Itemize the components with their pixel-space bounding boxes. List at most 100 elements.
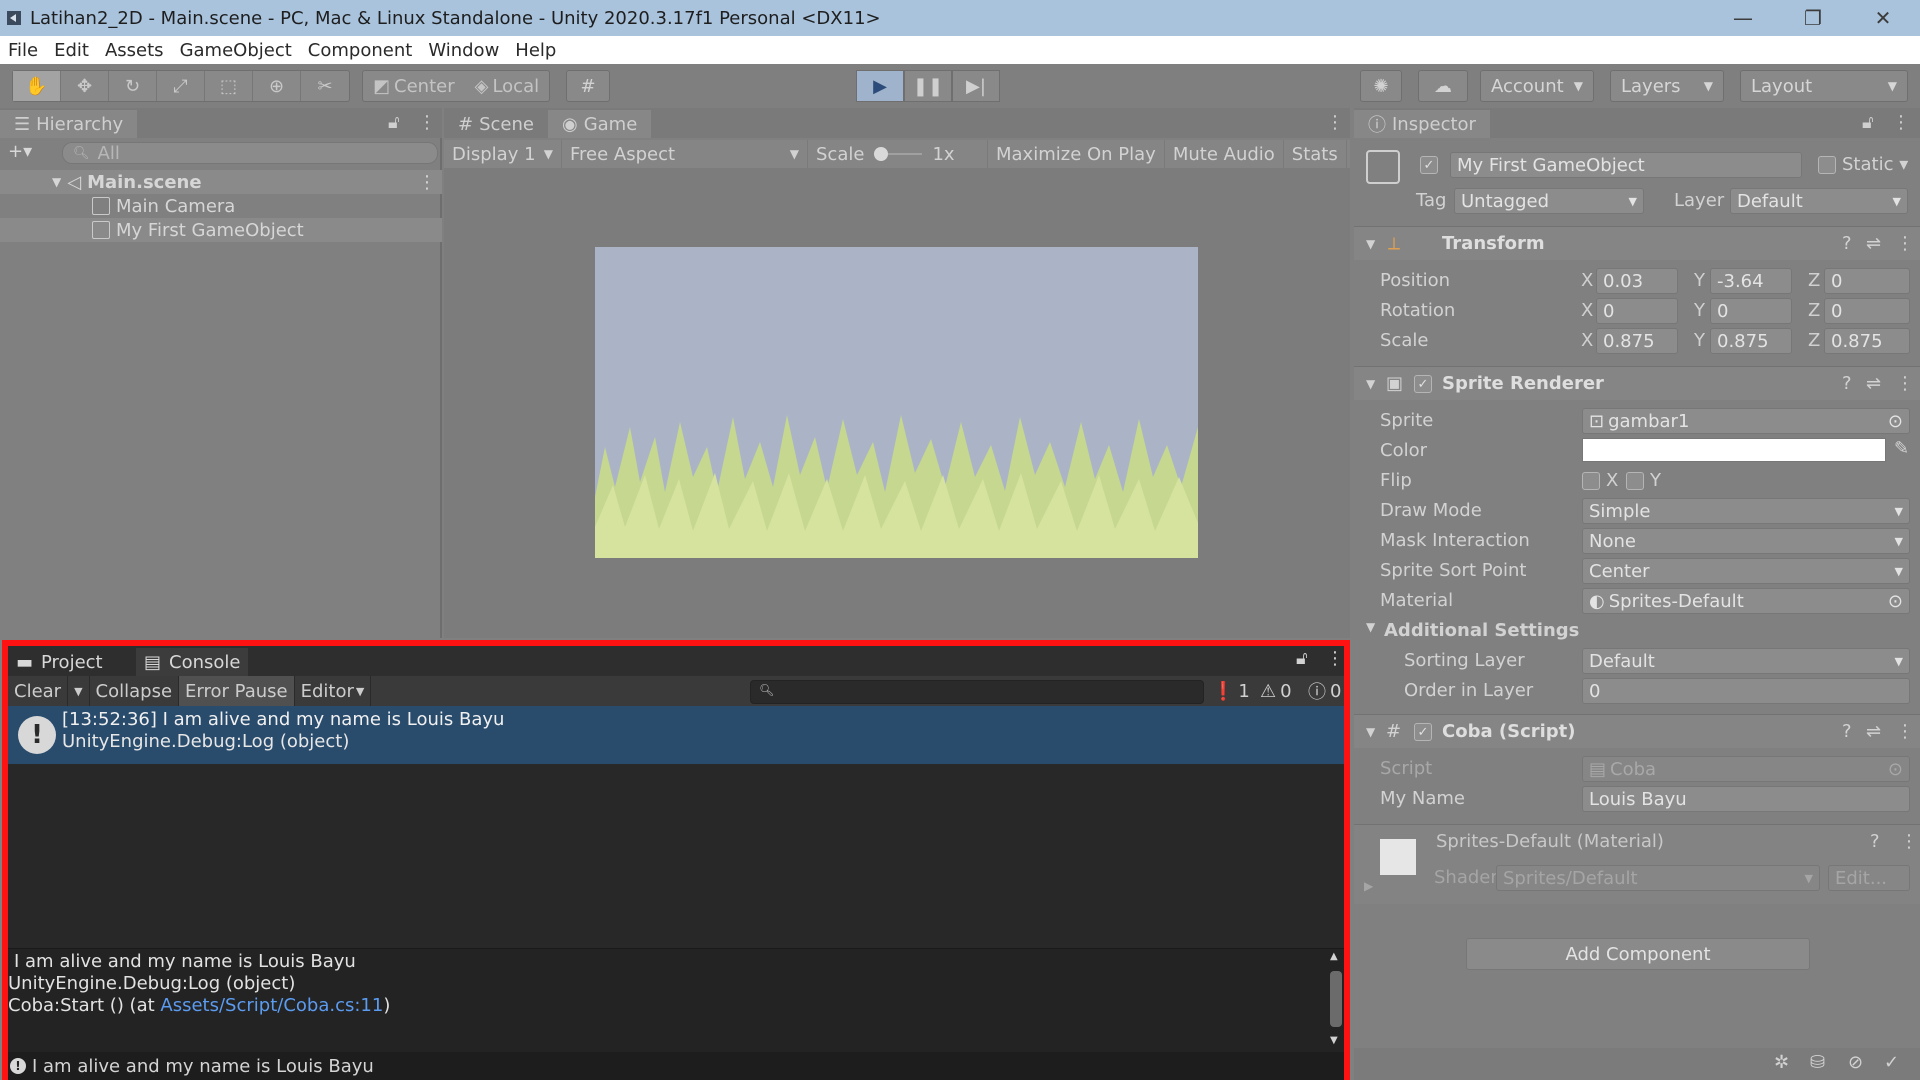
foldout-arrow-icon[interactable]: ▼ bbox=[1366, 725, 1375, 739]
menu-edit[interactable]: Edit bbox=[46, 40, 97, 61]
layout-dropdown[interactable]: Layout ▼ bbox=[1740, 70, 1908, 102]
component-menu-icon[interactable]: ⋮ bbox=[1896, 721, 1914, 742]
progress-icon[interactable]: ✓ bbox=[1884, 1052, 1899, 1073]
scale-tool-button[interactable]: ⤢ bbox=[157, 71, 205, 101]
tag-dropdown[interactable]: Untagged ▼ bbox=[1454, 188, 1644, 214]
slider-thumb[interactable] bbox=[874, 147, 889, 161]
layer-dropdown[interactable]: Default ▼ bbox=[1730, 188, 1908, 214]
help-icon[interactable]: ? bbox=[1842, 233, 1852, 254]
hand-tool-button[interactable]: ✋ bbox=[13, 71, 61, 101]
foldout-arrow-icon[interactable]: ▶ bbox=[1364, 879, 1373, 893]
scale-y-field[interactable]: 0.875 bbox=[1710, 328, 1792, 354]
help-icon[interactable]: ? bbox=[1842, 721, 1852, 742]
stats-toggle[interactable]: Stats bbox=[1284, 140, 1347, 168]
foldout-arrow-icon[interactable]: ▼ bbox=[1366, 620, 1375, 634]
pivot-local-button[interactable]: ◈ Local bbox=[465, 71, 550, 101]
hierarchy-scene-row[interactable]: ▼ ◁ Main.scene ⋮ bbox=[0, 170, 442, 194]
component-menu-icon[interactable]: ⋮ bbox=[1896, 373, 1914, 394]
script-enabled-checkbox[interactable]: ✓ bbox=[1414, 723, 1432, 741]
presets-icon[interactable]: ⇌ bbox=[1866, 373, 1881, 394]
lock-icon[interactable]: 🔓︎ bbox=[1296, 648, 1308, 669]
transform-tool-button[interactable]: ⊕ bbox=[253, 71, 301, 101]
auto-generate-icon[interactable]: ⊘ bbox=[1848, 1052, 1863, 1073]
mask-interaction-dropdown[interactable]: None ▼ bbox=[1582, 528, 1910, 554]
tab-project[interactable]: ▬ Project bbox=[8, 648, 111, 676]
menu-component[interactable]: Component bbox=[300, 40, 421, 61]
debug-icon[interactable]: ✲ bbox=[1774, 1052, 1789, 1073]
lock-icon[interactable]: 🔓︎ bbox=[1862, 112, 1874, 133]
menu-gameobject[interactable]: GameObject bbox=[172, 40, 300, 61]
scale-z-field[interactable]: 0.875 bbox=[1824, 328, 1910, 354]
maximize-on-play-toggle[interactable]: Maximize On Play bbox=[988, 140, 1165, 168]
flip-y-checkbox[interactable] bbox=[1626, 472, 1644, 490]
object-picker-icon[interactable]: ⊙ bbox=[1888, 591, 1903, 612]
pivot-center-button[interactable]: ◩ Center bbox=[363, 71, 465, 101]
inspector-menu-icon[interactable]: ⋮ bbox=[1892, 112, 1910, 133]
scale-slider[interactable]: Scale 1x bbox=[808, 140, 988, 168]
order-in-layer-field[interactable]: 0 bbox=[1582, 678, 1910, 704]
tab-scene[interactable]: # Scene bbox=[444, 110, 548, 138]
scroll-up-icon[interactable]: ▲ bbox=[1330, 951, 1338, 962]
lock-icon[interactable]: 🔓︎ bbox=[388, 112, 400, 133]
draw-mode-dropdown[interactable]: Simple ▼ bbox=[1582, 498, 1910, 524]
hierarchy-item-my-first-gameobject[interactable]: My First GameObject bbox=[0, 218, 442, 242]
transform-header[interactable]: ▼ ⟂ Transform ? ⇌ ⋮ bbox=[1354, 226, 1920, 260]
rect-tool-button[interactable]: ⬚ bbox=[205, 71, 253, 101]
material-field[interactable]: ◐ Sprites-Default ⊙ bbox=[1582, 588, 1910, 614]
console-status-line[interactable]: ! I am alive and my name is Louis Bayu bbox=[8, 1052, 1344, 1080]
grid-snap-button[interactable]: # bbox=[566, 70, 610, 102]
slider-track[interactable] bbox=[874, 147, 923, 161]
sprite-renderer-header[interactable]: ▼ ▣ ✓ Sprite Renderer ? ⇌ ⋮ bbox=[1354, 366, 1920, 400]
aspect-dropdown[interactable]: Free Aspect ▼ bbox=[562, 140, 808, 168]
scene-menu-icon[interactable]: ⋮ bbox=[418, 172, 436, 193]
pause-button[interactable]: ❚❚ bbox=[904, 70, 952, 102]
foldout-arrow-icon[interactable]: ▼ bbox=[1366, 377, 1375, 391]
clear-options-dropdown[interactable]: ▼ bbox=[68, 676, 90, 706]
rotation-z-field[interactable]: 0 bbox=[1824, 298, 1910, 324]
editor-dropdown[interactable]: Editor ▼ bbox=[295, 676, 372, 706]
eyedropper-icon[interactable]: ✎ bbox=[1894, 438, 1909, 459]
step-button[interactable]: ▶| bbox=[952, 70, 1000, 102]
menu-assets[interactable]: Assets bbox=[97, 40, 172, 61]
move-tool-button[interactable]: ✥ bbox=[61, 71, 109, 101]
menu-window[interactable]: Window bbox=[420, 40, 507, 61]
position-z-field[interactable]: 0 bbox=[1824, 268, 1910, 294]
position-y-field[interactable]: -3.64 bbox=[1710, 268, 1792, 294]
services-button[interactable]: ✺ bbox=[1360, 70, 1402, 102]
scroll-thumb[interactable] bbox=[1330, 971, 1342, 1027]
mute-audio-toggle[interactable]: Mute Audio bbox=[1165, 140, 1284, 168]
help-icon[interactable]: ? bbox=[1842, 373, 1852, 394]
tab-hierarchy[interactable]: ☰ Hierarchy bbox=[0, 110, 138, 138]
flip-x-checkbox[interactable] bbox=[1582, 472, 1600, 490]
sprite-renderer-enabled-checkbox[interactable]: ✓ bbox=[1414, 375, 1432, 393]
object-name-field[interactable]: My First GameObject bbox=[1450, 152, 1802, 178]
rotation-y-field[interactable]: 0 bbox=[1710, 298, 1792, 324]
menu-help[interactable]: Help bbox=[507, 40, 564, 61]
display-dropdown[interactable]: Display 1 ▼ bbox=[444, 140, 562, 168]
menu-file[interactable]: File bbox=[0, 40, 46, 61]
minimize-button[interactable]: — bbox=[1710, 0, 1776, 36]
object-picker-icon[interactable]: ⊙ bbox=[1888, 411, 1903, 432]
add-component-button[interactable]: Add Component bbox=[1466, 938, 1810, 970]
hierarchy-item-main-camera[interactable]: Main Camera bbox=[0, 194, 442, 218]
detail-scrollbar[interactable]: ▲ ▼ bbox=[1328, 951, 1344, 1051]
script-header[interactable]: ▼ # ✓ Coba (Script) ? ⇌ ⋮ bbox=[1354, 714, 1920, 748]
console-menu-icon[interactable]: ⋮ bbox=[1326, 648, 1344, 669]
rotation-x-field[interactable]: 0 bbox=[1596, 298, 1678, 324]
play-button[interactable]: ▶ bbox=[856, 70, 904, 102]
static-checkbox[interactable] bbox=[1818, 156, 1836, 174]
error-count-toggle[interactable]: ❗ 1 bbox=[1212, 676, 1250, 706]
view-menu-icon[interactable]: ⋮ bbox=[1326, 112, 1344, 133]
position-x-field[interactable]: 0.03 bbox=[1596, 268, 1678, 294]
tab-game[interactable]: ◉ Game bbox=[547, 110, 652, 138]
custom-tool-button[interactable]: ✂ bbox=[301, 71, 349, 101]
color-swatch[interactable] bbox=[1582, 438, 1886, 462]
static-dropdown[interactable]: Static ▾ bbox=[1842, 154, 1908, 175]
expand-arrow-icon[interactable]: ▼ bbox=[52, 175, 61, 189]
foldout-arrow-icon[interactable]: ▼ bbox=[1366, 237, 1375, 251]
account-dropdown[interactable]: Account ▼ bbox=[1480, 70, 1594, 102]
sort-point-dropdown[interactable]: Center ▼ bbox=[1582, 558, 1910, 584]
help-icon[interactable]: ? bbox=[1870, 831, 1880, 852]
component-menu-icon[interactable]: ⋮ bbox=[1896, 233, 1914, 254]
close-button[interactable]: ✕ bbox=[1850, 0, 1916, 36]
